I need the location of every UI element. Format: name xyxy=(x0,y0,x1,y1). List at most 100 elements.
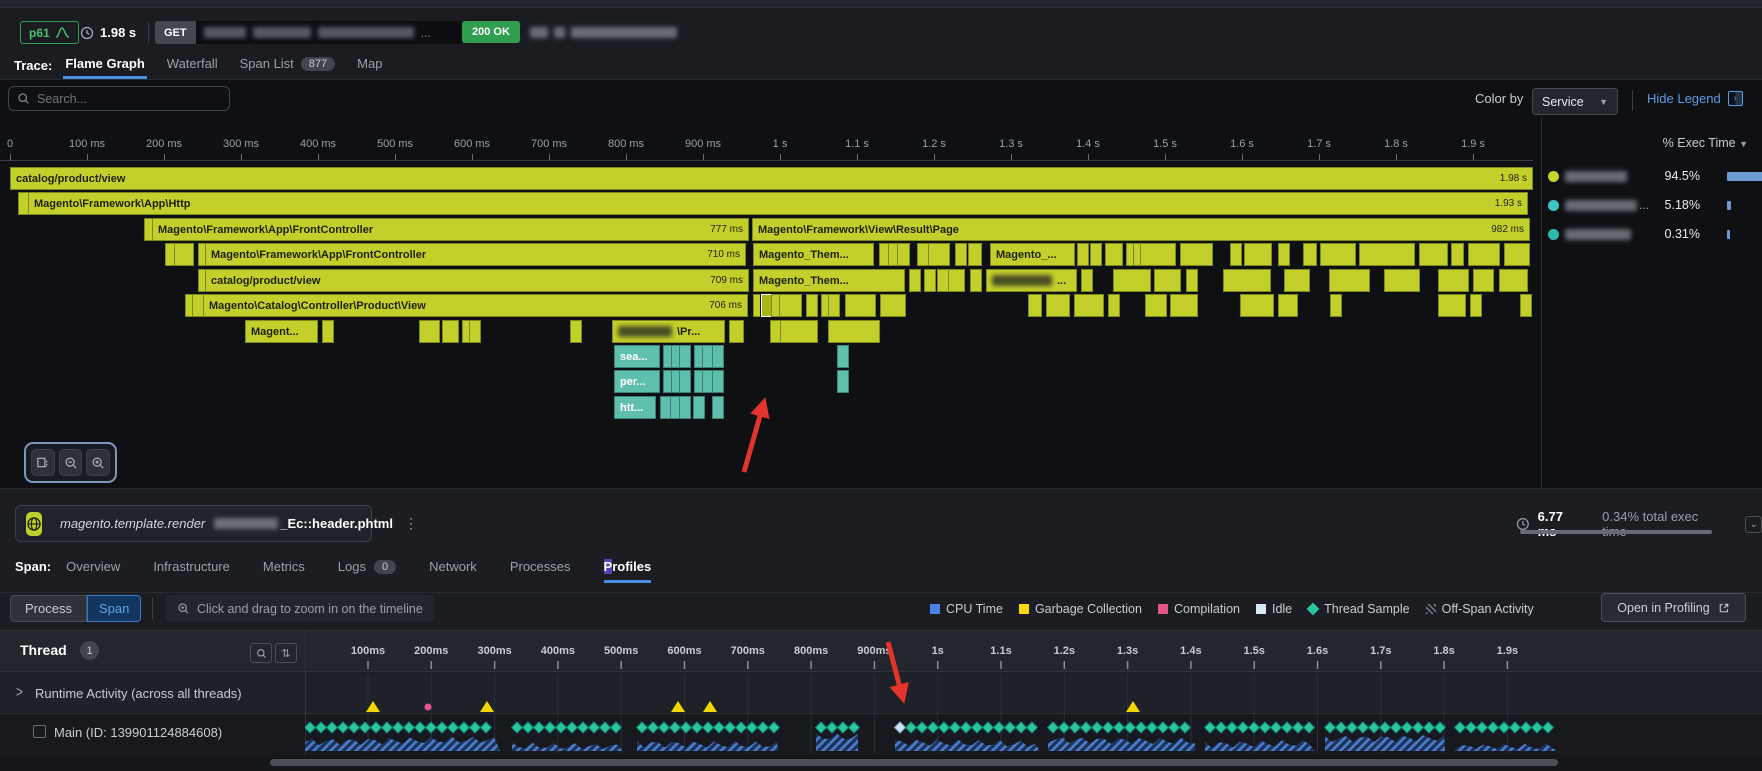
tab-logs[interactable]: Logs 0 xyxy=(338,559,396,580)
kebab-menu-icon[interactable]: ⋮ xyxy=(404,515,418,532)
flame-span-bar[interactable]: sea... xyxy=(614,345,660,368)
horizontal-scrollbar[interactable] xyxy=(270,759,1558,766)
zoom-out-button[interactable] xyxy=(59,449,83,476)
flame-span-bar[interactable] xyxy=(1473,269,1494,292)
flame-span-bar[interactable] xyxy=(729,320,744,343)
flame-span-bar[interactable] xyxy=(1244,243,1272,266)
zoom-in-button[interactable] xyxy=(86,449,110,476)
flame-span-bar[interactable] xyxy=(948,269,965,292)
flame-span-bar[interactable]: ... xyxy=(986,269,1077,292)
flame-span-bar[interactable] xyxy=(968,243,982,266)
open-in-profiling-button[interactable]: Open in Profiling xyxy=(1601,593,1746,622)
flame-span-bar[interactable] xyxy=(1470,294,1482,317)
flame-span-bar[interactable] xyxy=(1074,294,1104,317)
flame-span-bar[interactable] xyxy=(1451,243,1464,266)
flame-span-bar[interactable] xyxy=(712,345,724,368)
flame-span-bar[interactable]: Magento\Framework\App\FrontController710… xyxy=(205,243,746,266)
flame-span-bar[interactable] xyxy=(1240,294,1274,317)
tab-map[interactable]: Map xyxy=(357,56,382,75)
flame-search-input[interactable]: Search... xyxy=(8,86,230,111)
runtime-activity-row[interactable]: > Runtime Activity (across all threads) xyxy=(0,673,1762,714)
thread-sort-button[interactable]: ⇅ xyxy=(275,643,297,663)
tab-span-list[interactable]: Span List 877 xyxy=(240,56,336,75)
color-by-select[interactable]: Service ▼ xyxy=(1532,88,1618,115)
reset-zoom-button[interactable] xyxy=(31,449,55,476)
flame-span-bar[interactable] xyxy=(1081,269,1093,292)
flame-span-bar[interactable] xyxy=(1330,294,1342,317)
selected-span-pill[interactable]: magento.template.render _Ec::header.phtm… xyxy=(15,505,372,542)
flame-span-bar[interactable] xyxy=(806,294,818,317)
resource-pill[interactable]: GET ... xyxy=(155,21,463,44)
exec-time-header[interactable]: % Exec Time ▼ xyxy=(1600,136,1748,150)
flame-span-bar[interactable]: Magento\Framework\View\Result\Page982 ms xyxy=(752,218,1530,241)
legend-service-row[interactable]: ...5.18% xyxy=(1548,195,1754,215)
flame-span-bar[interactable]: Magento\Framework\App\Http1.93 s xyxy=(28,192,1528,215)
flame-span-bar[interactable] xyxy=(928,243,950,266)
flame-span-bar[interactable]: htt... xyxy=(614,396,656,419)
flame-span-bar[interactable]: Magento\Framework\App\FrontController777… xyxy=(152,218,749,241)
flame-span-bar[interactable] xyxy=(1230,243,1242,266)
flame-span-bar[interactable] xyxy=(955,243,967,266)
flame-span-bar[interactable] xyxy=(1504,243,1530,266)
flame-span-bar[interactable] xyxy=(1046,294,1070,317)
flame-span-bar[interactable] xyxy=(1359,243,1415,266)
flame-span-bar[interactable]: catalog/product/view1.98 s xyxy=(10,167,1533,190)
thread-checkbox[interactable] xyxy=(33,725,46,738)
flame-span-bar[interactable] xyxy=(1140,243,1176,266)
flame-span-bar[interactable] xyxy=(880,294,906,317)
flame-span-bar[interactable] xyxy=(1520,294,1532,317)
flame-span-bar[interactable]: Magento_... xyxy=(990,243,1075,266)
flame-span-bar[interactable] xyxy=(1278,243,1290,266)
flame-span-bar[interactable] xyxy=(679,396,691,419)
flame-span-bar[interactable] xyxy=(780,320,818,343)
tab-profiles[interactable]: Profiles xyxy=(604,559,652,583)
legend-service-row[interactable]: 0.31% xyxy=(1548,224,1754,244)
tab-infrastructure[interactable]: Infrastructure xyxy=(153,559,230,580)
main-thread-row[interactable]: Main (ID: 139901124884608) xyxy=(0,715,1762,755)
flame-span-bar[interactable] xyxy=(1223,269,1271,292)
flame-span-bar[interactable] xyxy=(897,243,910,266)
tab-metrics[interactable]: Metrics xyxy=(263,559,305,580)
flame-span-bar[interactable] xyxy=(1419,243,1448,266)
flame-span-bar[interactable]: Magento\Catalog\Controller\Product\View7… xyxy=(203,294,748,317)
flame-span-bar[interactable] xyxy=(837,345,849,368)
flame-span-bar[interactable] xyxy=(1108,294,1120,317)
flame-span-bar[interactable]: Magento_Them... xyxy=(753,269,905,292)
flame-span-bar[interactable] xyxy=(1329,269,1370,292)
flame-span-bar[interactable] xyxy=(909,269,921,292)
flame-span-bar[interactable] xyxy=(570,320,582,343)
tab-processes[interactable]: Processes xyxy=(510,559,571,580)
legend-service-row[interactable]: 94.5% xyxy=(1548,166,1754,186)
percentile-badge[interactable]: p61 xyxy=(20,21,79,44)
flame-span-bar[interactable] xyxy=(1384,269,1420,292)
flame-span-bar[interactable] xyxy=(469,320,481,343)
flame-span-bar[interactable] xyxy=(712,396,724,419)
flame-span-bar[interactable] xyxy=(679,345,691,368)
tab-network[interactable]: Network xyxy=(429,559,477,580)
flame-span-bar[interactable] xyxy=(442,320,459,343)
thread-search-button[interactable] xyxy=(250,643,272,663)
collapse-section-icon[interactable]: ⌄ xyxy=(1745,516,1762,533)
tab-waterfall[interactable]: Waterfall xyxy=(167,56,218,75)
flame-span-bar[interactable]: \Pr... xyxy=(612,320,725,343)
flame-span-bar[interactable] xyxy=(1284,269,1310,292)
flame-span-bar[interactable] xyxy=(1468,243,1500,266)
flame-span-bar[interactable] xyxy=(779,294,802,317)
flame-span-bar[interactable] xyxy=(1090,243,1102,266)
flame-span-bar[interactable] xyxy=(1303,243,1317,266)
flame-span-bar[interactable] xyxy=(1186,269,1198,292)
flame-span-bar[interactable]: Magento_Them... xyxy=(753,243,874,266)
flame-span-bar[interactable] xyxy=(1154,269,1181,292)
hide-legend-button[interactable]: Hide Legend › xyxy=(1647,91,1743,106)
flame-span-bar[interactable] xyxy=(1105,243,1123,266)
flame-span-bar[interactable] xyxy=(924,269,936,292)
flame-span-bar[interactable] xyxy=(970,269,982,292)
flame-span-bar[interactable] xyxy=(1438,269,1469,292)
flame-span-bar[interactable] xyxy=(1278,294,1298,317)
flame-span-bar[interactable]: Magent... xyxy=(245,320,318,343)
flame-span-bar[interactable] xyxy=(837,370,849,393)
flame-span-bar[interactable] xyxy=(845,294,876,317)
flame-span-bar[interactable] xyxy=(174,243,194,266)
flame-span-bar[interactable] xyxy=(828,320,880,343)
flame-span-bar[interactable] xyxy=(1145,294,1167,317)
